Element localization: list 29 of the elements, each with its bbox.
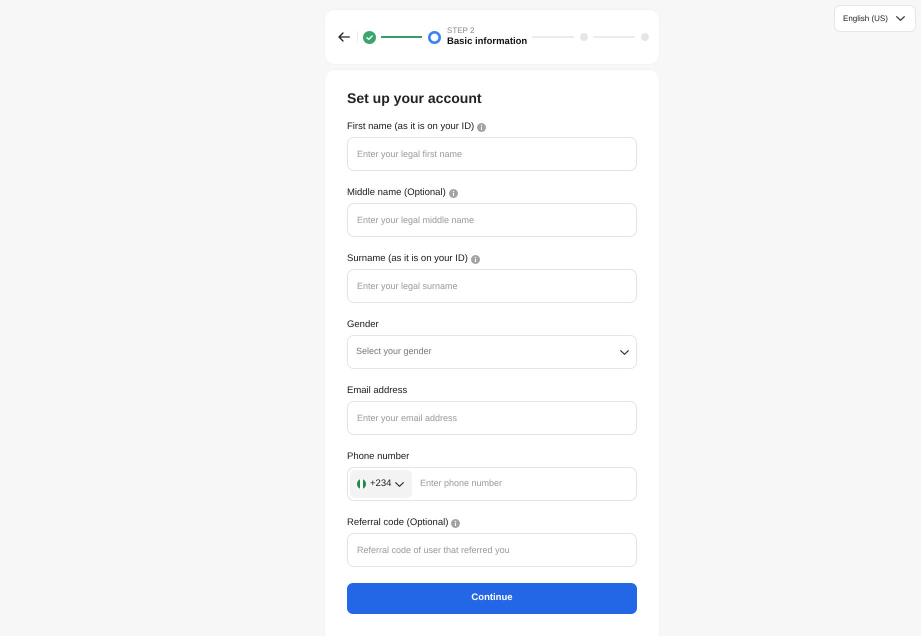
country-code-button[interactable]: +234: [350, 470, 412, 498]
field-label: Referral code (Optional): [347, 516, 448, 530]
field-label: Gender: [347, 318, 379, 332]
back-arrow-icon[interactable]: [338, 32, 350, 42]
field-label: First name (as it is on your ID): [347, 120, 474, 134]
step-caption: STEP 2: [447, 26, 476, 36]
field-label: Phone number: [347, 450, 410, 464]
continue-button[interactable]: Continue: [347, 583, 637, 614]
field-label: Email address: [347, 384, 408, 398]
phone-field[interactable]: +234 Enter phone number: [347, 467, 637, 501]
info-icon[interactable]: [448, 188, 458, 198]
info-icon[interactable]: [451, 518, 460, 528]
flag-icon: [357, 479, 366, 489]
input-field[interactable]: Enter your legal first name: [347, 137, 637, 171]
chevron-icon: [620, 350, 629, 354]
select-field[interactable]: Select your gender: [347, 335, 637, 369]
chevron-icon: [395, 482, 404, 486]
chevron-icon: [896, 16, 905, 21]
language-select[interactable]: English (US): [834, 5, 916, 32]
field-label: Surname (as it is on your ID): [347, 252, 468, 266]
form-title: Set up your account: [347, 89, 483, 107]
input-field[interactable]: Enter your legal surname: [347, 269, 637, 303]
input-field[interactable]: Enter your email address: [347, 401, 637, 435]
input-field[interactable]: Enter your legal middle name: [347, 203, 637, 237]
info-icon[interactable]: [470, 254, 480, 264]
field-label: Middle name (Optional): [347, 186, 446, 200]
info-icon[interactable]: [477, 122, 486, 132]
step-title: Basic information: [447, 36, 528, 48]
input-field[interactable]: Referral code of user that referred you: [347, 533, 637, 567]
